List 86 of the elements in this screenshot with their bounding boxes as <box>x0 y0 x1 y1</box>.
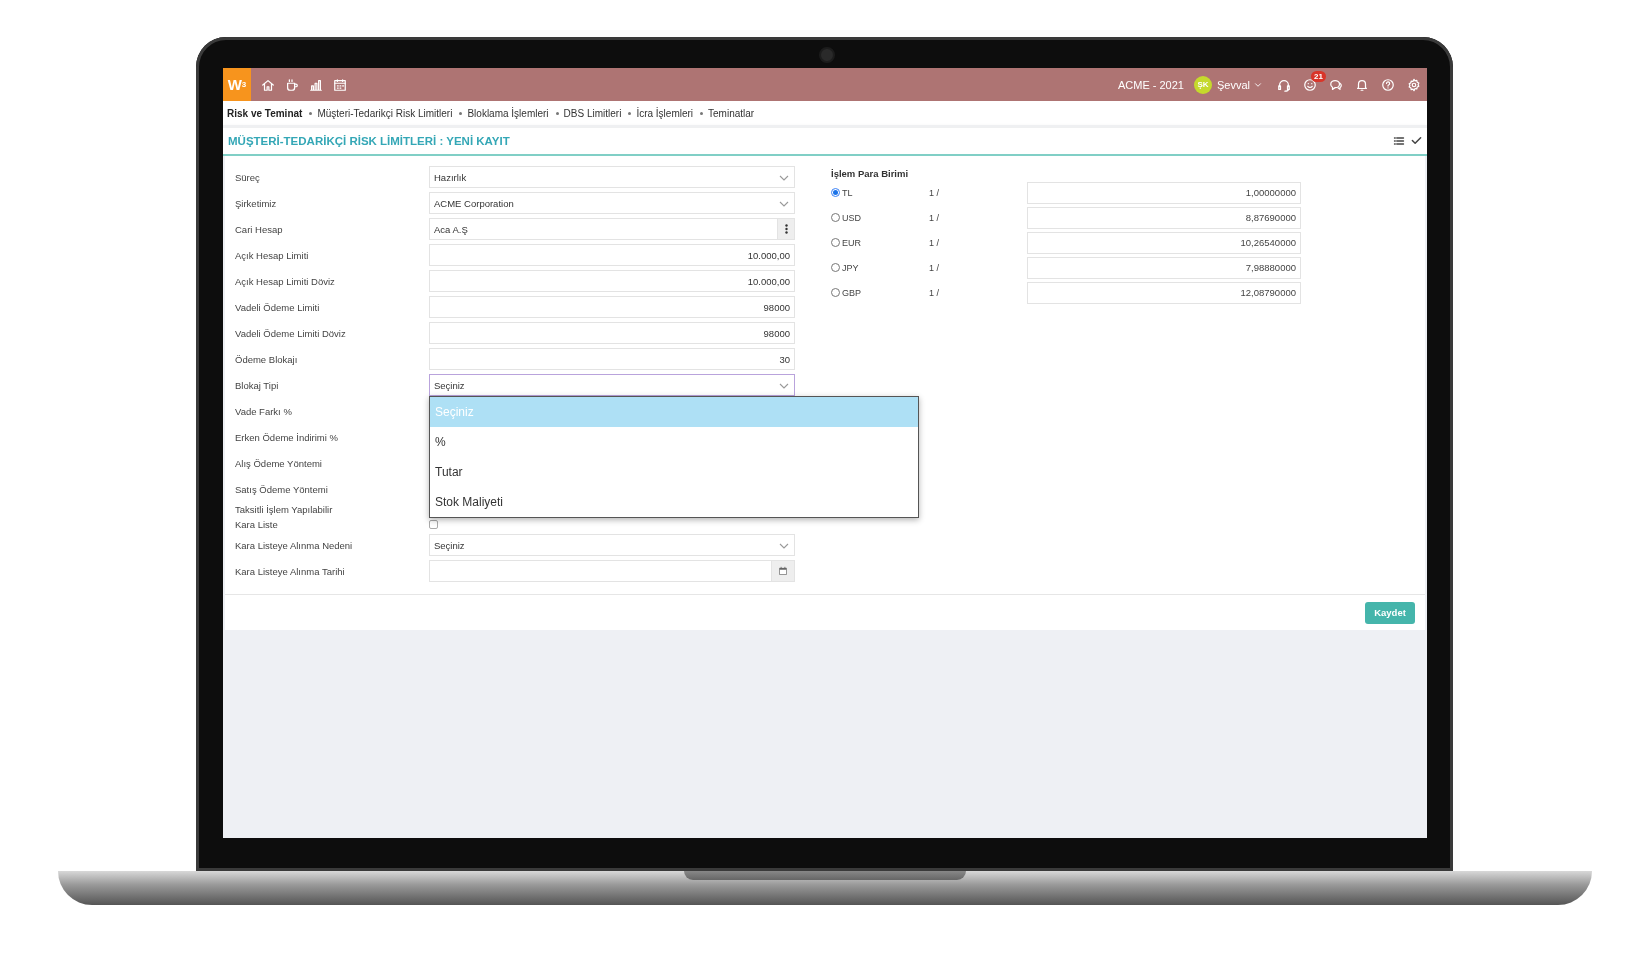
field-label: Kara Liste <box>234 519 279 530</box>
radio-button[interactable] <box>831 288 840 297</box>
field-label: Kara Listeye Alınma Tarihi <box>234 565 346 577</box>
field-label: Satış Ödeme Yöntemi <box>234 483 329 495</box>
radio-button[interactable] <box>831 263 840 272</box>
breadcrumb-link[interactable]: Bloklama İşlemleri <box>467 107 549 119</box>
radio-button[interactable] <box>831 238 840 247</box>
field-label: Açık Hesap Limiti Döviz <box>234 275 336 287</box>
user-name[interactable]: Şevval <box>1216 78 1250 91</box>
bullet-dot <box>459 111 463 115</box>
breadcrumb-root[interactable]: Risk ve Teminat <box>227 107 303 119</box>
bullet-dot <box>628 111 632 115</box>
field-label: Vade Farkı % <box>234 405 293 417</box>
calendar-icon[interactable] <box>778 566 788 576</box>
bullet-dot <box>555 111 559 115</box>
breadcrumb-link[interactable]: İcra İşlemleri <box>636 107 694 119</box>
field-label: Alış Ödeme Yöntemi <box>234 457 323 469</box>
bar-chart-icon[interactable] <box>309 77 323 92</box>
home-icon[interactable] <box>261 77 275 92</box>
breadcrumb-link[interactable]: Müşteri-Tedarikçi Risk Limitleri <box>317 107 453 119</box>
select-field[interactable]: ACME Corporation <box>429 192 795 214</box>
rate-field[interactable]: 8,87690000 <box>1027 206 1301 229</box>
field-label: Vadeli Ödeme Limiti <box>234 301 321 313</box>
currency-ratio: 1 / <box>929 262 940 273</box>
cup-icon[interactable] <box>285 77 299 92</box>
bullet-dot <box>309 111 313 115</box>
select-field[interactable]: Seçiniz <box>429 534 795 556</box>
chevron-down-icon <box>779 174 789 181</box>
currency-ratio: 1 / <box>929 187 940 198</box>
rate-field[interactable]: 10,26540000 <box>1027 231 1301 254</box>
list-icon[interactable] <box>1393 135 1405 147</box>
smiley-icon[interactable] <box>1303 77 1317 92</box>
number-field[interactable]: 10.000,00 <box>429 244 795 266</box>
settings-icon[interactable] <box>1407 77 1421 92</box>
rate-field[interactable]: 7,98880000 <box>1027 256 1301 279</box>
dropdown-option[interactable]: Tutar <box>430 457 918 487</box>
more-vertical-icon[interactable] <box>784 224 788 234</box>
field-label: Kara Listeye Alınma Nedeni <box>234 539 354 551</box>
select-field[interactable]: Hazırlık <box>429 166 795 188</box>
chevron-down-icon <box>779 200 789 207</box>
number-field[interactable]: 98000 <box>429 322 795 344</box>
chevron-down-icon <box>779 382 789 389</box>
breadcrumb-link[interactable]: Teminatlar <box>708 107 755 119</box>
currency-code: JPY <box>842 262 860 273</box>
dropdown-option[interactable]: % <box>430 427 918 457</box>
field-label: Açık Hesap Limiti <box>234 249 310 261</box>
page-title: MÜŞTERİ-TEDARİKÇİ RİSK LİMİTLERİ : YENİ KAYIT <box>228 135 511 147</box>
number-field[interactable]: 10.000,00 <box>429 270 795 292</box>
radio-button[interactable] <box>831 213 840 222</box>
field-label: Ödeme Blokajı <box>234 353 299 365</box>
number-field[interactable]: 30 <box>429 348 795 370</box>
checkbox[interactable] <box>429 520 438 529</box>
company-label[interactable]: ACME - 2021 <box>1117 78 1184 91</box>
currency-ratio: 1 / <box>929 237 940 248</box>
currency-title: İşlem Para Birimi <box>831 166 910 180</box>
chevron-down-icon <box>779 542 789 549</box>
currency-code: TL <box>842 187 854 198</box>
number-field[interactable]: 98000 <box>429 296 795 318</box>
lookup-field[interactable]: Aca A.Ş <box>429 218 795 240</box>
currency-code: EUR <box>842 237 862 248</box>
headset-icon[interactable] <box>1277 77 1291 92</box>
notification-badge: 21 <box>1311 70 1326 82</box>
rate-field[interactable]: 12,08790000 <box>1027 281 1301 304</box>
help-icon[interactable] <box>1381 77 1395 92</box>
currency-code: GBP <box>842 287 862 298</box>
rate-field[interactable]: 1,00000000 <box>1027 181 1301 204</box>
field-label: Erken Ödeme İndirimi % <box>234 431 339 443</box>
field-label: Şirketimiz <box>234 197 278 209</box>
currency-ratio: 1 / <box>929 212 940 223</box>
camera-dot <box>818 47 835 63</box>
field-label: Cari Hesap <box>234 223 284 235</box>
currency-code: USD <box>842 212 862 223</box>
bullet-dot <box>700 111 704 115</box>
bell-icon[interactable] <box>1355 77 1369 92</box>
date-field[interactable] <box>429 560 795 582</box>
calendar-icon[interactable] <box>333 77 347 92</box>
field-label: Taksitli İşlem Yapılabilir <box>234 504 334 515</box>
check-icon[interactable] <box>1411 135 1422 146</box>
chat-icon[interactable] <box>1329 77 1343 92</box>
breadcrumb-link[interactable]: DBS Limitleri <box>563 107 622 119</box>
field-label: Süreç <box>234 171 261 183</box>
currency-ratio: 1 / <box>929 287 940 298</box>
dropdown-option[interactable]: Stok Maliyeti <box>430 487 918 517</box>
field-label: Blokaj Tipi <box>234 379 280 391</box>
radio-button[interactable] <box>831 188 840 197</box>
field-label: Vadeli Ödeme Limiti Döviz <box>234 327 347 339</box>
